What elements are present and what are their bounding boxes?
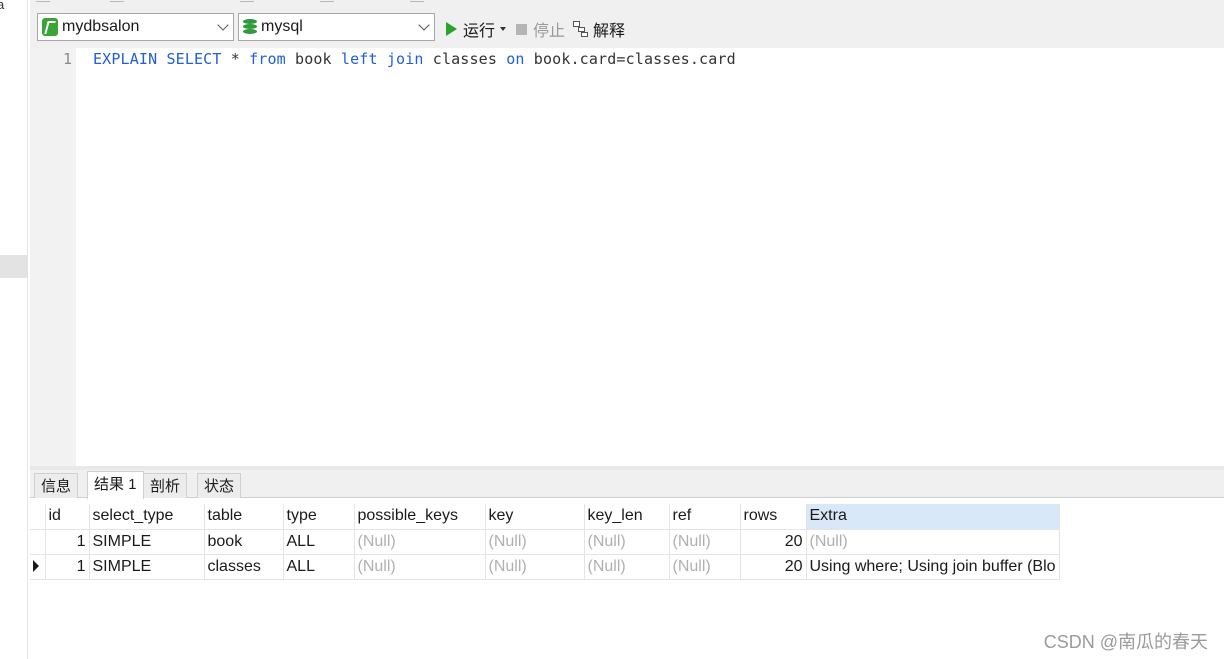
tab-result-1[interactable]: 结果 1 [87, 471, 144, 499]
column-header[interactable]: key_len [584, 504, 670, 530]
table-cell[interactable]: SIMPLE [89, 529, 205, 555]
table-cell-null[interactable]: (Null) [806, 529, 1060, 555]
column-header[interactable]: table [204, 504, 284, 530]
play-icon [446, 22, 457, 36]
table-cell-null[interactable]: (Null) [584, 529, 670, 555]
csdn-watermark: CSDN @南瓜的春天 [1043, 632, 1208, 652]
table-row[interactable]: 1 SIMPLE book ALL (Null) (Null) (Null) (… [30, 529, 1060, 555]
column-header[interactable]: select_type [89, 504, 205, 530]
tab-info[interactable]: 信息 [34, 473, 79, 498]
mysql-connection-icon [42, 18, 58, 36]
column-header[interactable]: possible_keys [354, 504, 486, 530]
database-select[interactable]: mysql [238, 13, 435, 41]
table-cell[interactable]: SIMPLE [89, 554, 205, 580]
result-tabs: 信息 结果 1 剖析 状态 [30, 470, 1224, 499]
connection-select[interactable]: mydbsalon [37, 13, 234, 41]
result-table: id select_type table type possible_keys … [30, 504, 1060, 580]
database-icon [243, 19, 257, 35]
table-cell[interactable]: 1 [45, 554, 90, 580]
line-number: 1 [62, 50, 72, 68]
sql-keyword: left [340, 50, 378, 68]
column-header[interactable]: rows [740, 504, 807, 530]
run-dropdown-caret-icon[interactable] [500, 27, 507, 31]
table-cell-null[interactable]: (Null) [485, 554, 585, 580]
run-label: 运行 [463, 23, 496, 40]
table-cell[interactable]: ALL [283, 529, 355, 555]
navicat-query-window: a mydbsalon mysql 运行 停止 解释 1 EXPLAIN SEL… [0, 0, 1224, 659]
column-header[interactable]: id [45, 504, 90, 530]
explain-button[interactable]: 解释 [573, 17, 625, 41]
sql-text: book [285, 50, 341, 68]
stop-button[interactable]: 停止 [516, 17, 565, 41]
tab-profile[interactable]: 剖析 [143, 473, 188, 498]
tab-status[interactable]: 状态 [197, 473, 242, 498]
table-cell-null[interactable]: (Null) [354, 529, 486, 555]
column-header-selected[interactable]: Extra [806, 504, 1060, 530]
row-indicator[interactable] [30, 529, 46, 555]
run-button[interactable]: 运行 [446, 17, 507, 41]
sql-keyword: SELECT [166, 50, 222, 68]
table-cell[interactable]: 20 [740, 529, 807, 555]
connection-select-value: mydbsalon [62, 18, 140, 35]
table-cell[interactable]: book [204, 529, 284, 555]
sql-editor[interactable]: 1 EXPLAIN SELECT * from book left join c… [30, 48, 1224, 466]
sql-keyword: from [249, 50, 286, 68]
chevron-down-icon [418, 19, 430, 31]
toolbar-top-edge [30, 0, 1224, 6]
database-select-value: mysql [261, 18, 303, 35]
sql-keyword: join [386, 50, 424, 68]
sql-keyword: on [506, 50, 525, 68]
query-toolbar: mydbsalon mysql 运行 停止 解释 [30, 0, 1224, 48]
explain-label: 解释 [593, 23, 626, 40]
table-cell-null[interactable]: (Null) [669, 554, 741, 580]
table-cell-null[interactable]: (Null) [584, 554, 670, 580]
sql-text: classes [423, 50, 507, 68]
table-row-selected[interactable]: 1 SIMPLE classes ALL (Null) (Null) (Null… [30, 554, 1060, 580]
tree-cut-text: a [0, 0, 5, 12]
column-header[interactable]: key [485, 504, 585, 530]
chevron-down-icon [217, 19, 229, 31]
table-cell[interactable]: Using where; Using join buffer (Blo [806, 554, 1060, 580]
table-cell[interactable]: ALL [283, 554, 355, 580]
table-cell-null[interactable]: (Null) [354, 554, 486, 580]
sql-text: * [221, 50, 250, 68]
result-header-row: id select_type table type possible_keys … [30, 504, 1060, 530]
line-number-gutter: 1 [30, 48, 76, 466]
explain-icon [573, 21, 589, 37]
sql-keyword: EXPLAIN [93, 50, 158, 68]
table-cell[interactable]: classes [204, 554, 284, 580]
table-cell[interactable]: 20 [740, 554, 807, 580]
row-indicator[interactable] [30, 554, 46, 580]
table-cell-null[interactable]: (Null) [485, 529, 585, 555]
object-tree-panel: a [0, 0, 28, 659]
sql-text: book.card=classes.card [524, 50, 736, 68]
column-header[interactable]: type [283, 504, 355, 530]
row-indicator-header [30, 504, 46, 530]
stop-icon [516, 23, 527, 35]
tree-selected-item[interactable] [0, 255, 28, 278]
table-cell-null[interactable]: (Null) [669, 529, 741, 555]
sql-code-line[interactable]: EXPLAIN SELECT * from book left join cla… [93, 50, 736, 68]
current-row-arrow-icon [33, 560, 39, 573]
table-cell[interactable]: 1 [45, 529, 90, 555]
column-header[interactable]: ref [669, 504, 741, 530]
stop-label: 停止 [533, 23, 566, 40]
